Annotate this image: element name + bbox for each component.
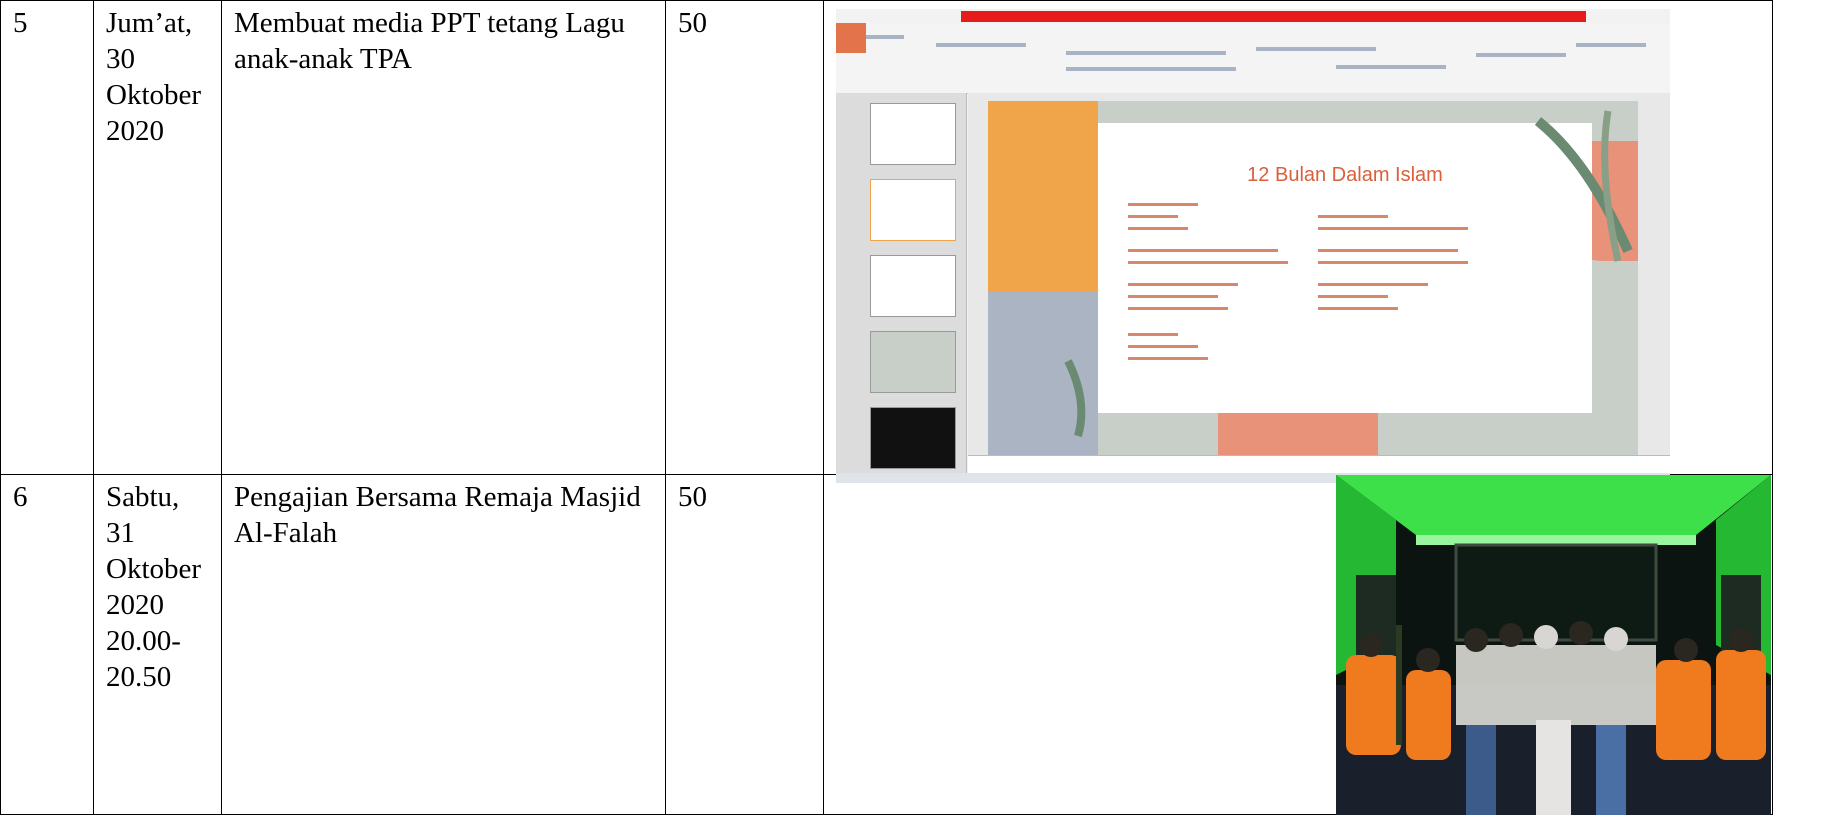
notes-pane: [968, 455, 1670, 473]
activity-log-table: 5 Jum’at, 30 Oktober 2020 Membuat media …: [0, 0, 1773, 815]
leaf-decoration-icon: [1064, 359, 1086, 438]
ribbon-toolbar: [836, 23, 1670, 94]
title-bar: [961, 11, 1586, 22]
activity-cell: Pengajian Bersama Remaja Masjid Al-Falah: [221, 474, 666, 815]
date-cell: Sabtu, 31 Oktober 2020 20.00-20.50: [93, 474, 222, 815]
evidence-cell: 12 Bulan Dalam Islam: [823, 0, 1773, 483]
evidence-cell: [823, 474, 1773, 815]
powerpoint-screenshot: 12 Bulan Dalam Islam: [836, 9, 1670, 483]
row-number-cell: 5: [0, 0, 94, 475]
group-photo: [1336, 475, 1771, 815]
leaf-decoration-icon: [1534, 110, 1633, 262]
date-cell: Jum’at, 30 Oktober 2020: [93, 0, 222, 475]
slide: 12 Bulan Dalam Islam: [1098, 123, 1592, 413]
row-number-cell: 6: [0, 474, 94, 815]
duration-cell: 50: [665, 0, 824, 475]
slide-canvas: 12 Bulan Dalam Islam: [968, 93, 1670, 473]
group-photo-image: [1336, 475, 1771, 815]
slide-thumbnails: [836, 93, 967, 483]
duration-cell: 50: [665, 474, 824, 815]
table-row: 5 Jum’at, 30 Oktober 2020 Membuat media …: [0, 0, 1773, 483]
activity-cell: Membuat media PPT tetang Lagu anak-anak …: [221, 0, 666, 475]
slide-title: 12 Bulan Dalam Islam: [1247, 164, 1443, 186]
table-row: 6 Sabtu, 31 Oktober 2020 20.00-20.50 Pen…: [0, 474, 1773, 815]
